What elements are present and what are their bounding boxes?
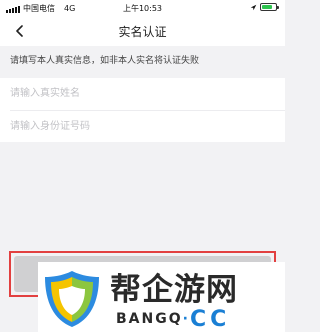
location-icon bbox=[250, 4, 257, 10]
battery-icon bbox=[260, 3, 279, 11]
page-title: 实名认证 bbox=[118, 25, 167, 39]
domain-suffix: CC bbox=[189, 307, 231, 332]
domain-prefix: BANGQ bbox=[116, 311, 183, 327]
id-number-input[interactable] bbox=[10, 111, 278, 142]
notice-text: 请填写本人真实信息，如非本人实名将认证失败 bbox=[0, 50, 285, 72]
status-right bbox=[250, 3, 279, 11]
watermark-title: 帮企游网 bbox=[110, 272, 238, 308]
identity-form bbox=[0, 78, 285, 142]
real-name-input[interactable] bbox=[10, 78, 278, 109]
status-time: 上午10:53 bbox=[122, 4, 163, 13]
domain-separator: · bbox=[182, 311, 190, 327]
battery-fill bbox=[262, 5, 272, 9]
status-bar: 中国电信 4G 上午10:53 bbox=[0, 0, 285, 16]
watermark: 帮企游网 BANGQ·CC bbox=[38, 262, 285, 332]
nav-bar: 实名认证 bbox=[0, 16, 285, 46]
shield-logo-icon bbox=[45, 271, 99, 327]
watermark-domain: BANGQ·CC bbox=[116, 307, 230, 332]
